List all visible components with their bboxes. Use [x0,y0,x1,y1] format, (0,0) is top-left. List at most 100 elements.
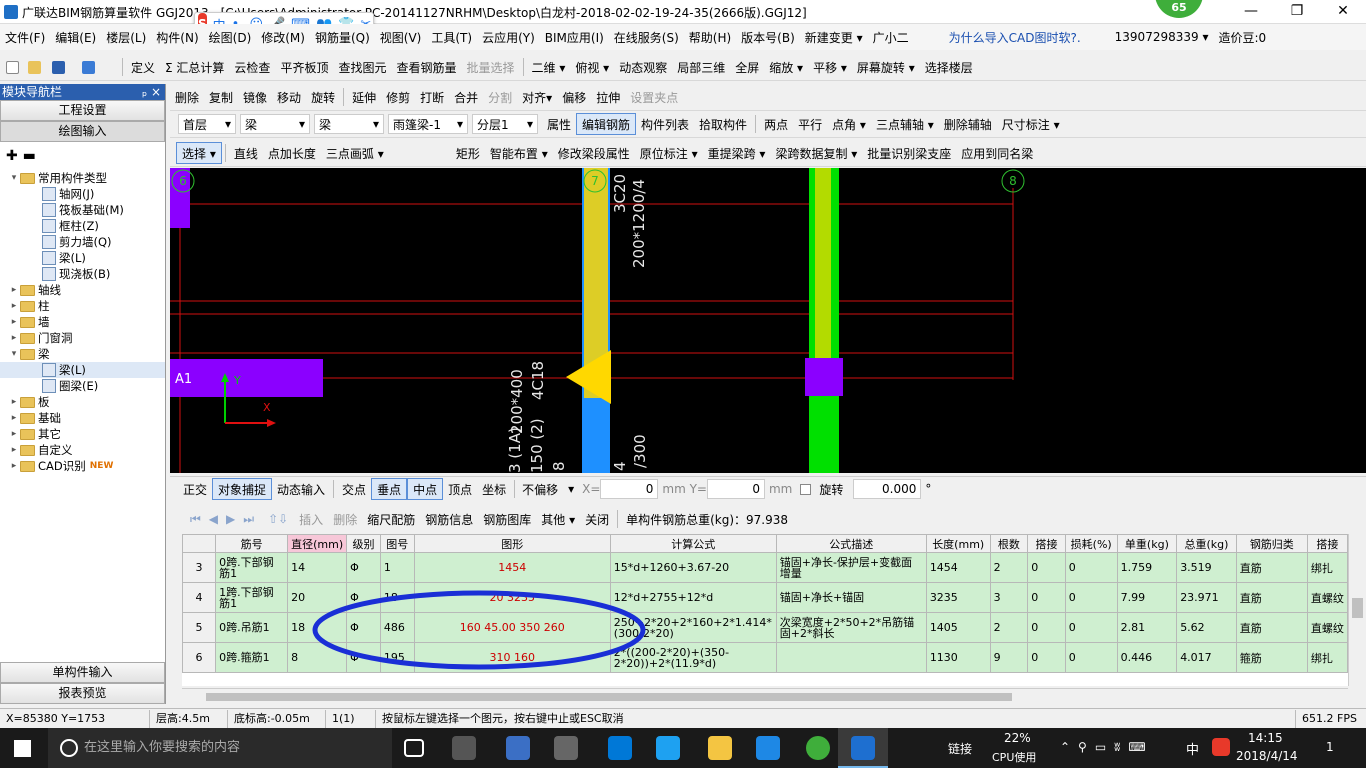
y-input[interactable]: 0 [706,479,765,499]
menu-account[interactable]: 13907298339 ▾ [1110,30,1214,44]
insert-button[interactable]: 插入 [294,508,328,530]
type-select-2[interactable]: 梁 ▾ [314,114,384,134]
rebar-info-button[interactable]: 钢筋信息 [420,508,478,530]
menu-assistant[interactable]: 广小二 [868,29,914,46]
menu-version[interactable]: 版本号(B) [736,29,800,46]
batch-select-button[interactable]: 批量选择 [461,56,519,78]
tray-icons[interactable]: ⌃⚲▭ʬ⌨ [1060,740,1154,754]
tree-toggle-icon[interactable]: ▸ [8,282,20,298]
table-cell[interactable]: 直筋 [1235,612,1308,643]
two-points-button[interactable]: 两点 [759,113,793,135]
in-place-annotation-dropdown[interactable]: 原位标注 ▾ [635,142,703,164]
table-cell[interactable]: 直螺纹 [1306,582,1348,613]
table-cell[interactable]: 7.99 [1116,582,1178,613]
table-hscrollbar[interactable] [182,688,1348,704]
taskbar-link-label[interactable]: 链接 [948,740,972,757]
table-cell[interactable]: 4.017 [1176,642,1237,673]
table-cell[interactable]: 9 [989,642,1029,673]
set-grip-button[interactable]: 设置夹点 [625,86,683,108]
zoom-dropdown[interactable]: 缩放 ▾ [764,56,808,78]
parallel-button[interactable]: 平行 [793,113,827,135]
project-settings-button[interactable]: 工程设置 [0,100,165,121]
rotate-input[interactable]: 0.000 [853,479,922,499]
taskbar-search-box[interactable]: 在这里输入你要搜索的内容 [48,728,392,768]
clock-time[interactable]: 14:15 [1248,731,1283,745]
column-header[interactable]: 搭接 [1027,534,1066,553]
menu-modify[interactable]: 修改(M) [256,29,310,46]
tree-toggle-icon[interactable]: ▸ [8,330,20,346]
table-cell[interactable]: 次梁宽度+2*50+2*吊筋锚固+2*斜长 [775,612,927,643]
layer-select[interactable]: 分层1 ▾ [472,114,538,134]
nav-arrows-icon[interactable]: ⏮◀▶⏭ [190,512,262,527]
rotate-button[interactable]: 旋转 [306,86,340,108]
orbit-button[interactable]: 动态观察 [614,56,672,78]
tree-item[interactable]: 现浇板(B) [0,266,165,282]
batch-identify-support-button[interactable]: 批量识别梁支座 [862,142,956,164]
select-floor-button[interactable]: 选择楼层 [920,56,978,78]
expand-collapse-icon[interactable]: ✚ ▬ [0,142,165,170]
smart-layout-dropdown[interactable]: 智能布置 ▾ [485,142,553,164]
ie-icon[interactable] [656,736,680,760]
component-name-select[interactable]: 雨篷梁-1 ▾ [388,114,468,134]
table-cell[interactable]: 绑扎 [1306,642,1348,673]
table-cell[interactable]: 0 [1064,552,1118,583]
select-dropdown[interactable]: 选择 ▾ [176,142,222,164]
glodon-icon[interactable] [756,736,780,760]
tree-item[interactable]: ▸ 门窗洞 [0,330,165,346]
copy-button[interactable]: 复制 [204,86,238,108]
object-snap-toggle[interactable]: 对象捕捉 [212,478,273,500]
column-header[interactable]: 根数 [989,534,1029,553]
span-data-copy-dropdown[interactable]: 梁跨数据复制 ▾ [770,142,862,164]
table-cell[interactable]: Φ [346,552,381,583]
delete-axis-button[interactable]: 删除辅轴 [939,113,997,135]
menu-help[interactable]: 帮助(H) [684,29,736,46]
column-header[interactable]: 钢筋归类 [1235,534,1308,553]
notification-icon[interactable]: 1 [1326,740,1334,754]
properties-button[interactable]: 属性 [542,113,576,135]
table-cell[interactable]: 3.519 [1176,552,1237,583]
tree-item[interactable]: ▸ 其它 [0,426,165,442]
menu-cloud[interactable]: 云应用(Y) [477,29,540,46]
table-cell[interactable]: 0 [1027,582,1066,613]
menu-rebar-qty[interactable]: 钢筋量(Q) [310,29,375,46]
column-header[interactable]: 损耗(%) [1064,534,1118,553]
merge-button[interactable]: 合并 [449,86,483,108]
tree-item[interactable]: 梁(L) [0,362,165,378]
menu-floor[interactable]: 楼层(L) [101,29,151,46]
table-cell[interactable]: 0跨.吊筋1 [215,612,289,643]
table-cell[interactable]: 4 [182,582,217,613]
rebar-library-button[interactable]: 钢筋图库 [478,508,536,530]
dynamic-input-toggle[interactable]: 动态输入 [272,478,330,500]
tree-item[interactable]: 框柱(Z) [0,218,165,234]
close-rebar-button[interactable]: 关闭 [580,508,614,530]
tree-toggle-icon[interactable]: ▸ [8,410,20,426]
column-header[interactable]: 计算公式 [609,534,777,553]
table-cell[interactable]: 14 [287,552,348,583]
tree-toggle-icon[interactable]: ▸ [8,298,20,314]
table-cell[interactable]: 箍筋 [1235,642,1308,673]
table-cell[interactable]: 2 [989,612,1029,643]
table-cell[interactable]: 5.62 [1176,612,1237,643]
tree-item[interactable]: 圈梁(E) [0,378,165,394]
beam-segment-a1[interactable] [170,359,323,397]
new-file-icon[interactable] [6,60,19,74]
intersection-snap[interactable]: 交点 [337,478,371,500]
menu-bim[interactable]: BIM应用(I) [540,29,609,46]
table-cell[interactable]: 0跨.下部钢筋1 [215,552,289,583]
table-cell[interactable]: 3235 [925,582,991,613]
save-icon[interactable] [52,60,65,74]
column-header[interactable]: 搭接 [1306,534,1348,553]
dimension-dropdown[interactable]: 尺寸标注 ▾ [997,113,1065,135]
point-length-button[interactable]: 点加长度 [263,142,321,164]
tree-item[interactable]: ▸ 板 [0,394,165,410]
rebar-shape-cell[interactable]: 1454 [413,552,611,583]
break-button[interactable]: 打断 [415,86,449,108]
table-cell[interactable]: 3 [182,552,217,583]
menu-edit[interactable]: 编辑(E) [50,29,101,46]
beam-node-purple[interactable] [805,358,843,396]
nav-pin-icon[interactable]: ₚ × [142,84,165,100]
rectangle-button[interactable]: 矩形 [451,142,485,164]
tree-toggle-icon[interactable]: ▾ [8,346,20,362]
table-cell[interactable]: 0跨.箍筋1 [215,642,289,673]
find-element-button[interactable]: 查找图元 [333,56,391,78]
